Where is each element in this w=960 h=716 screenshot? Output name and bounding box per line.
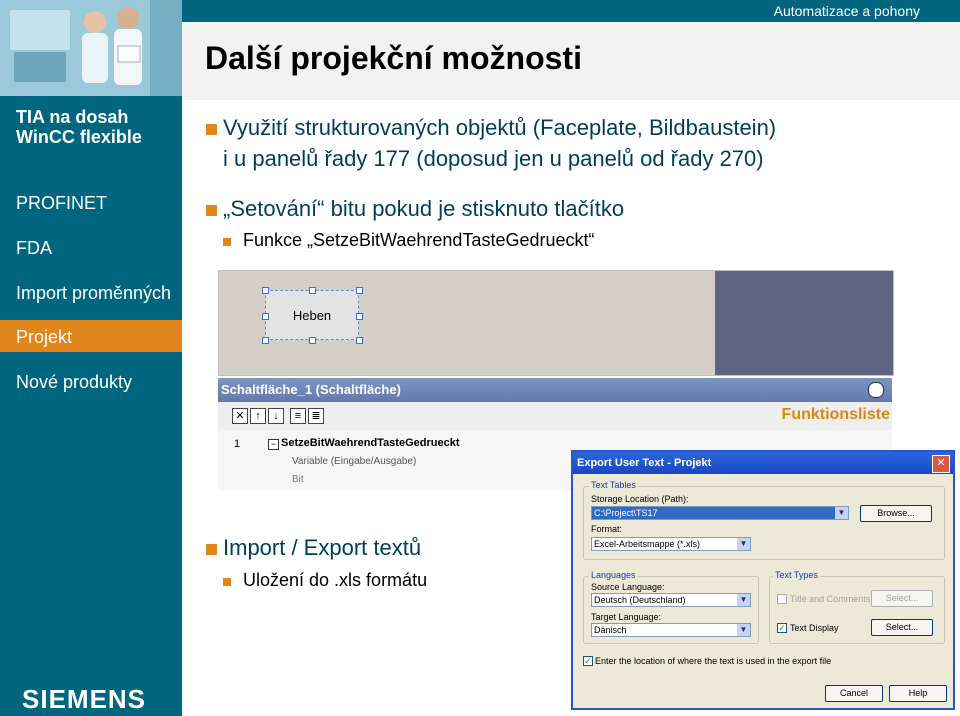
chevron-down-icon[interactable]: ▼ xyxy=(737,538,750,550)
sidebar-item-tia[interactable]: TIA na dosah xyxy=(16,106,128,128)
function-name[interactable]: SetzeBitWaehrendTasteGedrueckt xyxy=(281,437,460,449)
languages-label: Languages xyxy=(589,570,638,580)
bullet-square-icon xyxy=(206,544,217,555)
text-tables-label: Text Tables xyxy=(589,480,638,490)
enter-location-label: Enter the location of where the text is … xyxy=(595,656,832,666)
enter-location-checkbox[interactable]: ✓ xyxy=(583,656,593,666)
chevron-down-icon[interactable]: ▼ xyxy=(737,624,750,636)
cancel-button[interactable]: Cancel xyxy=(825,685,883,702)
sidebar-item-import[interactable]: Import proměnných xyxy=(16,282,171,304)
sidebar-item-projekt[interactable]: Projekt xyxy=(16,326,72,348)
param-variable[interactable]: Variable (Eingabe/Ausgabe) xyxy=(292,456,416,467)
hmi-screen-preview: Heben xyxy=(218,270,894,376)
bullet1-line2: i u panelů řady 177 (doposud jen u panel… xyxy=(223,146,764,171)
chevron-down-icon[interactable]: ▼ xyxy=(737,594,750,606)
engineers-photo xyxy=(0,0,182,96)
title-comments-label: Title and Comments xyxy=(790,594,871,604)
sidebar-item-nove-produkty[interactable]: Nové produkty xyxy=(16,371,132,393)
storage-path-value: C:\Project\TS17 xyxy=(594,508,658,518)
delete-icon[interactable]: ✕ xyxy=(232,408,248,424)
bullet3-text: Import / Export textů xyxy=(223,535,422,560)
function-toolbar: ✕ ↑ ↓ ≡ ≣ Funktionsliste xyxy=(218,402,892,430)
top-bar: Automatizace a pohony xyxy=(182,0,960,22)
resize-handle[interactable] xyxy=(309,287,316,294)
help-button[interactable]: Help xyxy=(889,685,947,702)
list-icon[interactable]: ≣ xyxy=(308,408,324,424)
text-display-checkbox[interactable]: ✓ xyxy=(777,623,787,633)
text-display-label: Text Display xyxy=(790,623,839,633)
indent-icon[interactable]: ≡ xyxy=(290,408,306,424)
select-text-display-button[interactable]: Select... xyxy=(871,619,933,636)
param-bit[interactable]: Bit xyxy=(292,474,304,485)
siemens-logo: SIEMENS xyxy=(22,684,147,714)
resize-handle[interactable] xyxy=(262,313,269,320)
dialog-title: Export User Text - Projekt xyxy=(573,452,953,474)
funktionsliste-label: Funktionsliste xyxy=(781,406,890,423)
source-language-value: Deutsch (Deutschland) xyxy=(594,595,686,605)
help-icon[interactable] xyxy=(868,382,884,398)
properties-title: Schaltfläche_1 (Schaltfläche) xyxy=(218,378,892,402)
storage-label: Storage Location (Path): xyxy=(591,494,689,504)
sidebar-item-fda[interactable]: FDA xyxy=(16,237,52,259)
resize-handle[interactable] xyxy=(262,337,269,344)
format-label: Format: xyxy=(591,524,623,534)
page-title: Další projekční možnosti xyxy=(205,40,582,76)
resize-handle[interactable] xyxy=(356,287,363,294)
chevron-down-icon[interactable]: ▼ xyxy=(835,507,848,519)
target-language-label: Target Language: xyxy=(591,612,662,622)
sidebar: TIA na dosah WinCC flexible PROFINET FDA… xyxy=(0,0,182,716)
source-language-select[interactable]: Deutsch (Deutschland) ▼ xyxy=(591,593,751,607)
bullet2-text: „Setování“ bitu pokud je stisknuto tlačí… xyxy=(223,196,625,221)
resize-handle[interactable] xyxy=(356,337,363,344)
bullet-square-icon xyxy=(206,205,217,216)
source-language-label: Source Language: xyxy=(591,582,665,592)
collapse-icon[interactable]: − xyxy=(268,439,279,450)
header-photo xyxy=(0,0,182,96)
resize-handle[interactable] xyxy=(356,313,363,320)
bullet3-subtext: Uložení do .xls formátu xyxy=(243,570,428,590)
text-types-label: Text Types xyxy=(773,570,820,580)
resize-handle[interactable] xyxy=(309,337,316,344)
resize-handle[interactable] xyxy=(262,287,269,294)
target-language-select[interactable]: Dänisch ▼ xyxy=(591,623,751,637)
sub-bullet-square-icon xyxy=(223,578,231,586)
bullet-square-icon xyxy=(206,124,217,135)
format-select[interactable]: Excel-Arbeitsmappe (*.xls) ▼ xyxy=(591,537,751,551)
format-value: Excel-Arbeitsmappe (*.xls) xyxy=(594,539,701,549)
target-language-value: Dänisch xyxy=(594,625,627,635)
screen-dark-area xyxy=(715,271,893,375)
select-title-comments-button[interactable]: Select... xyxy=(871,590,933,607)
storage-path-input[interactable]: C:\Project\TS17 ▼ xyxy=(591,506,849,520)
move-down-icon[interactable]: ↓ xyxy=(268,408,284,424)
bullet2-subtext: Funkce „SetzeBitWaehrendTasteGedrueckt“ xyxy=(243,230,595,250)
title-comments-checkbox[interactable] xyxy=(777,594,787,604)
export-dialog: Export User Text - Projekt ✕ Text Tables… xyxy=(571,450,955,710)
heben-button[interactable]: Heben xyxy=(265,290,359,340)
sidebar-item-wincc[interactable]: WinCC flexible xyxy=(16,126,142,148)
close-icon[interactable]: ✕ xyxy=(932,455,950,473)
division-label: Automatizace a pohony xyxy=(773,3,920,19)
sub-bullet-square-icon xyxy=(223,238,231,246)
sidebar-item-profinet[interactable]: PROFINET xyxy=(16,192,107,214)
browse-button[interactable]: Browse... xyxy=(860,505,932,522)
bullet1-line1: Využití strukturovaných objektů (Facepla… xyxy=(223,115,777,140)
move-up-icon[interactable]: ↑ xyxy=(250,408,266,424)
row-number: 1 xyxy=(234,438,241,450)
